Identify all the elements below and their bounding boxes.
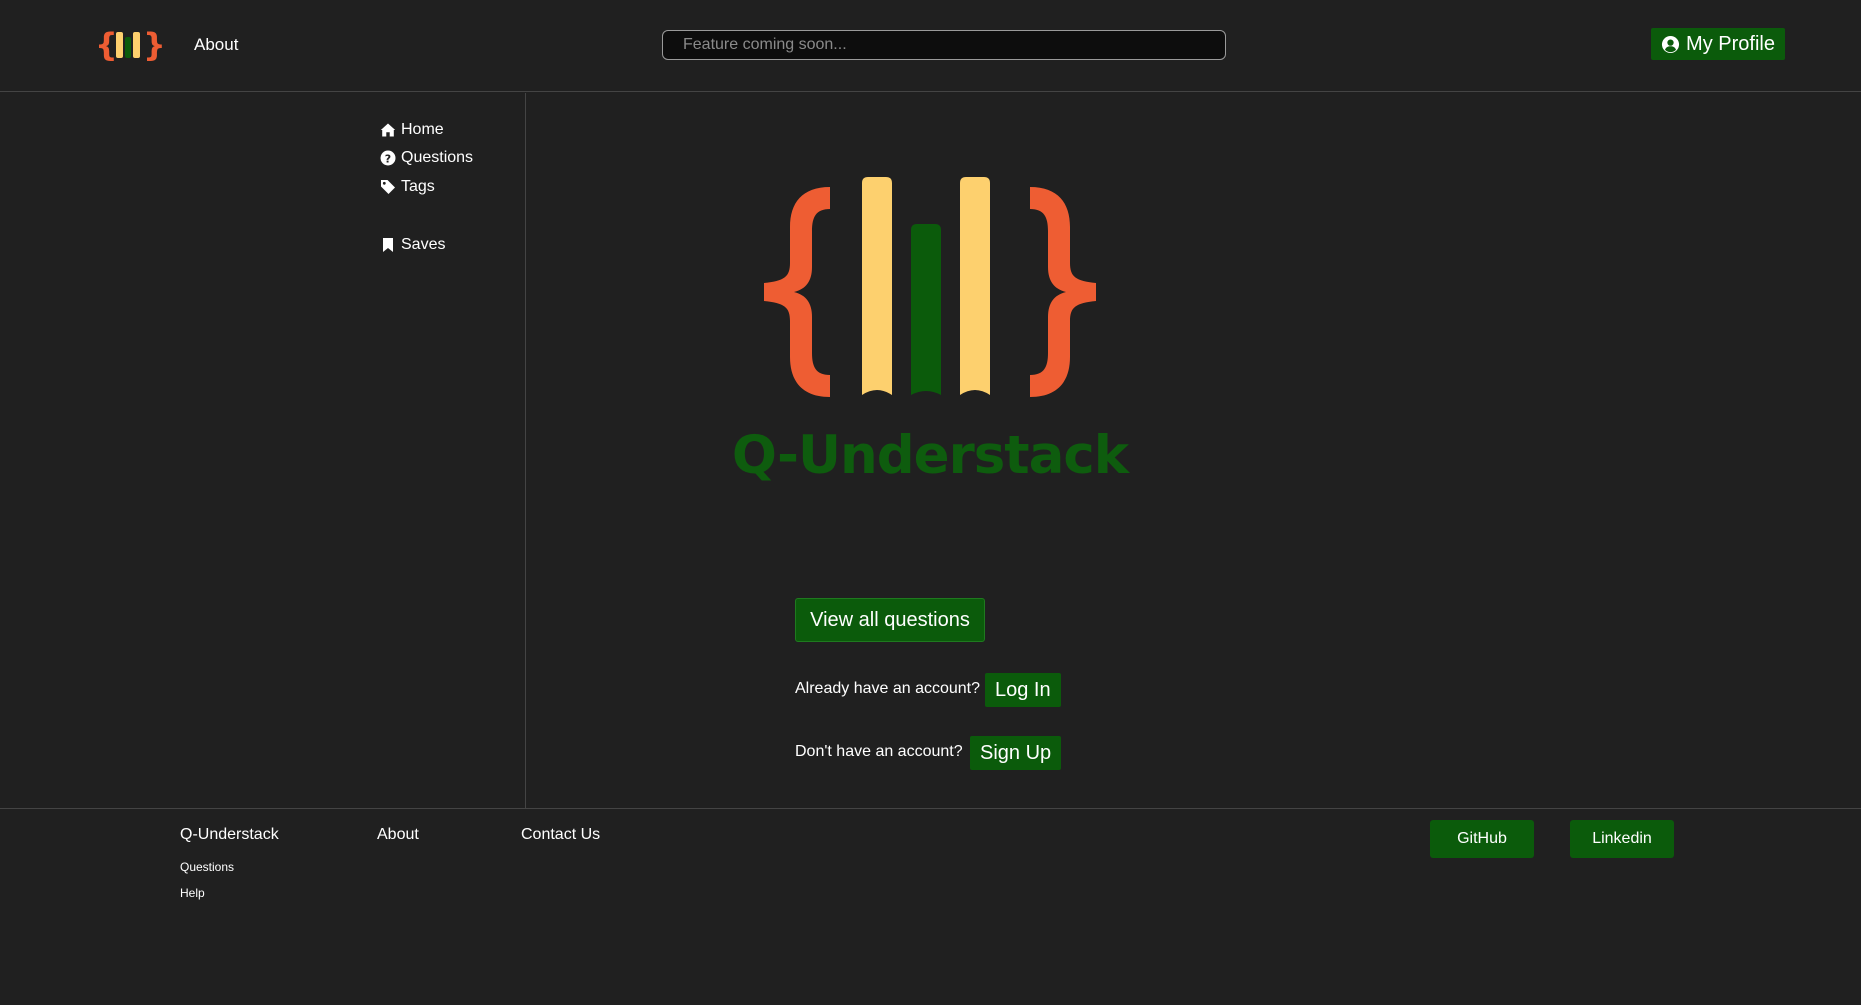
sidebar-item-label: Questions	[401, 149, 474, 166]
my-profile-label: My Profile	[1686, 32, 1775, 55]
footer-contact-link[interactable]: Contact Us	[521, 826, 600, 844]
sidebar-item-questions[interactable]: ? Questions	[380, 149, 473, 167]
footer-questions-link[interactable]: Questions	[180, 860, 234, 874]
top-navbar: { } About My Profile	[0, 0, 1861, 92]
github-button[interactable]: GitHub	[1430, 820, 1534, 858]
hero-title: Q-Understack	[731, 425, 1129, 486]
sidebar-item-saves[interactable]: Saves	[380, 236, 445, 254]
sidebar-item-label: Home	[401, 121, 444, 138]
tag-icon	[381, 180, 395, 194]
linkedin-button[interactable]: Linkedin	[1570, 820, 1674, 858]
log-in-button[interactable]: Log In	[985, 673, 1061, 707]
brand-logo-icon[interactable]: { }	[95, 26, 163, 64]
sidebar-item-label: Tags	[401, 178, 435, 195]
svg-text:}: }	[143, 26, 163, 64]
search-input[interactable]	[663, 31, 1225, 59]
view-all-questions-button[interactable]: View all questions	[795, 598, 985, 642]
signup-prompt-text: Don't have an account?	[795, 743, 963, 760]
my-profile-button[interactable]: My Profile	[1651, 28, 1785, 60]
bookmark-icon	[383, 238, 393, 252]
svg-text:{: {	[95, 26, 118, 64]
footer: Q-Understack Questions Help About Contac…	[0, 808, 1861, 1005]
sidebar-item-tags[interactable]: Tags	[380, 178, 435, 196]
login-prompt-text: Already have an account?	[795, 680, 981, 697]
sign-up-button[interactable]: Sign Up	[970, 736, 1062, 770]
sidebar-item-home[interactable]: Home	[380, 121, 444, 139]
sidebar-item-label: Saves	[401, 236, 446, 253]
question-circle-icon: ?	[380, 150, 396, 166]
search-bar[interactable]	[662, 30, 1226, 60]
footer-about-link[interactable]: About	[377, 826, 419, 844]
nav-about-link[interactable]: About	[194, 35, 238, 55]
footer-brand-link[interactable]: Q-Understack	[180, 826, 279, 844]
sidebar: Home ? Questions Tags Saves	[0, 93, 526, 808]
svg-text:?: ?	[385, 152, 391, 165]
hero-logo-icon	[764, 177, 1096, 397]
user-circle-icon	[1661, 35, 1680, 53]
footer-help-link[interactable]: Help	[180, 886, 205, 900]
home-icon	[380, 123, 396, 137]
